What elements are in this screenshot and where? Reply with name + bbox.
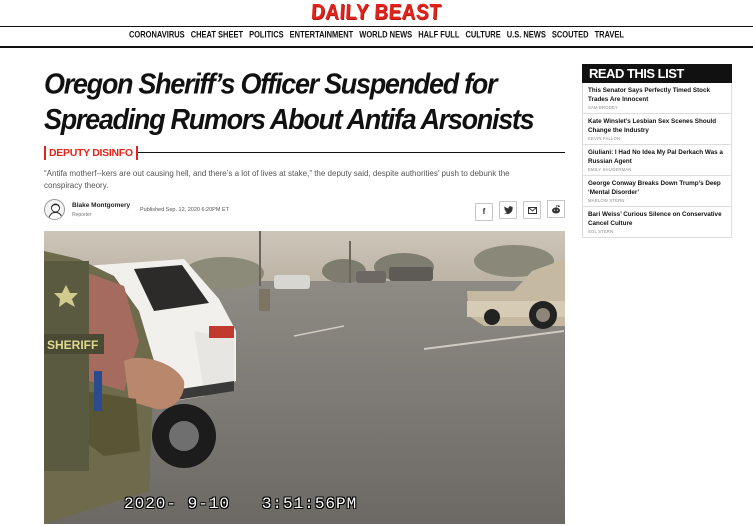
list-item[interactable]: This Senator Says Perfectly Timed Stock … [583,83,731,114]
author-avatar[interactable] [44,199,65,220]
list-item-title[interactable]: This Senator Says Perfectly Timed Stock … [588,87,726,104]
list-item[interactable]: Kate Winslet’s Lesbian Sex Scenes Should… [583,114,731,145]
reddit-icon[interactable] [547,200,565,218]
email-icon[interactable] [523,201,541,219]
list-item-title[interactable]: Kate Winslet’s Lesbian Sex Scenes Should… [588,118,726,135]
list-item[interactable]: Bari Weiss’ Curious Silence on Conservat… [583,207,731,238]
list-item-title[interactable]: George Conway Breaks Down Trump’s Deep ‘… [588,180,726,197]
site-header: DAILY BEAST CORONAVIRUS CHEAT SHEET POLI… [0,0,753,50]
list-item-title[interactable]: Giuliani: I Had No Idea My Pal Derkach W… [588,149,726,166]
bodycam-timestamp: 2020- 9-10 3:51:56PM [124,495,358,513]
nav-world-news[interactable]: WORLD NEWS [359,29,412,40]
nav-politics[interactable]: POLITICS [249,29,284,40]
nav-entertainment[interactable]: ENTERTAINMENT [290,29,354,40]
nav-divider [0,46,753,48]
site-logo[interactable]: DAILY BEAST [0,0,753,24]
article-headline: Oregon Sheriff’s Officer Suspended for S… [44,68,535,136]
list-item-author: EMILY SHUGERMAN [588,167,632,172]
rubric-row: DEPUTY DISINFO [44,144,565,164]
read-this-list-heading: READ THIS LIST [582,64,732,83]
article-hero-photo[interactable]: SHERIFF 2020- 9-10 3:51:56PM [44,231,565,524]
facebook-icon[interactable]: f [475,203,493,221]
nav-cheat-sheet[interactable]: CHEAT SHEET [191,29,243,40]
nav-half-full[interactable]: HALF FULL [418,29,459,40]
sheriff-patch-text: SHERIFF [47,338,98,352]
list-item-author: KEVIN FALLON [588,136,621,141]
nav-travel[interactable]: TRAVEL [595,29,624,40]
nav-scouted[interactable]: SCOUTED [552,29,589,40]
nav-us-news[interactable]: U.S. NEWS [507,29,546,40]
nav-culture[interactable]: CULTURE [465,29,500,40]
article-dek: “Antifa motherf--kers are out causing he… [44,169,510,190]
share-buttons: f [469,200,565,221]
main-nav: CORONAVIRUS CHEAT SHEET POLITICS ENTERTA… [0,29,753,40]
header-divider [0,26,753,27]
read-this-list: READ THIS LIST This Senator Says Perfect… [582,64,732,238]
list-item-author: SOL STERN [588,229,614,234]
list-item[interactable]: Giuliani: I Had No Idea My Pal Derkach W… [583,145,731,176]
nav-coronavirus[interactable]: CORONAVIRUS [129,29,185,40]
list-item-title[interactable]: Bari Weiss’ Curious Silence on Conservat… [588,211,726,228]
list-item[interactable]: George Conway Breaks Down Trump’s Deep ‘… [583,176,731,207]
byline: Blake Montgomery Reporter Published Sep.… [44,198,565,224]
publish-date: Published Sep. 12, 2020 6:20PM ET [140,207,229,213]
rubric-tag[interactable]: DEPUTY DISINFO [44,146,138,160]
read-this-list-items: This Senator Says Perfectly Timed Stock … [582,83,732,238]
author-role: Reporter [72,212,92,218]
twitter-icon[interactable] [499,201,517,219]
author-name[interactable]: Blake Montgomery [72,202,130,209]
list-item-author: SAM BRODEY [588,105,618,110]
rubric-divider [116,152,565,153]
list-item-author: MARLOW STERN [588,198,625,203]
